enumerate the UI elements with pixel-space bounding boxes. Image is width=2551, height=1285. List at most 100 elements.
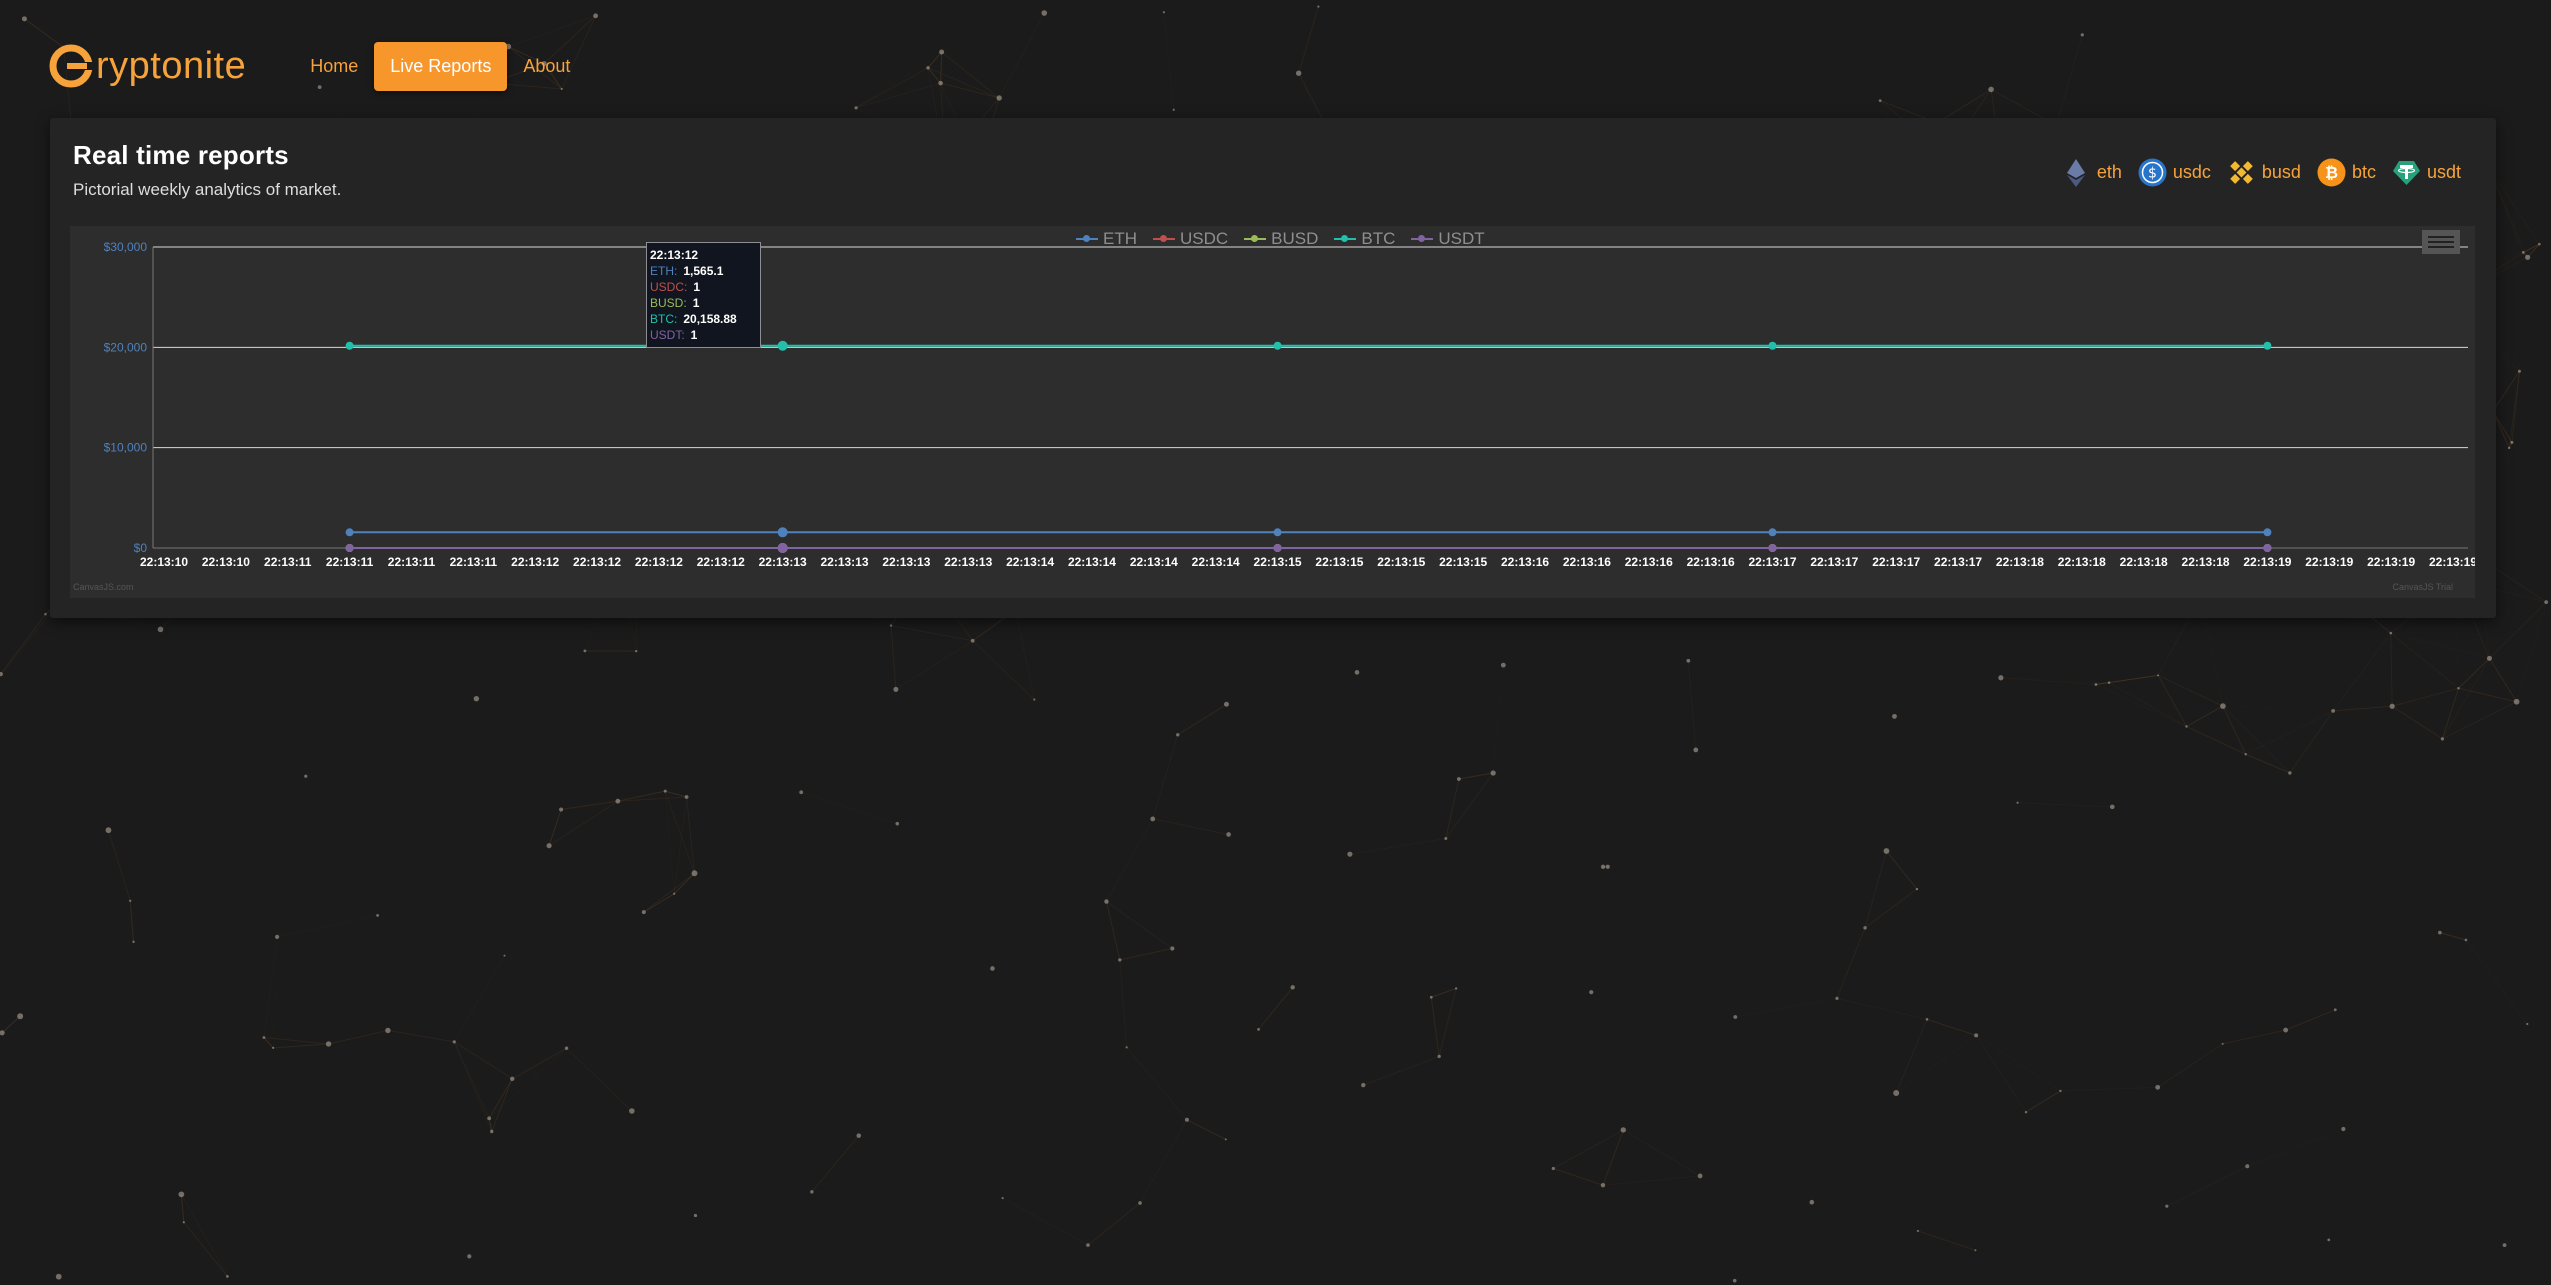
data-point-btc — [2263, 341, 2272, 350]
x-tick-label: 22:13:10 — [140, 555, 188, 569]
page-subtitle: Pictorial weekly analytics of market. — [73, 180, 342, 199]
data-point-btc — [777, 340, 788, 351]
coin-tab-eth[interactable]: eth — [2062, 158, 2122, 187]
x-tick-label: 22:13:13 — [759, 555, 807, 569]
tooltip-value: 1,565.1 — [683, 264, 724, 278]
data-point-eth — [345, 528, 354, 537]
legend-swatch — [1076, 235, 1098, 242]
bitcoin-icon: ₿ — [2317, 158, 2346, 187]
chart-menu-button[interactable] — [2422, 230, 2460, 254]
data-point-btc — [1768, 341, 1777, 350]
tether-icon — [2392, 158, 2421, 187]
tooltip-row-btc: BTC: 20,158.88 — [650, 311, 756, 327]
legend-swatch — [1153, 235, 1175, 242]
x-tick-label: 22:13:13 — [944, 555, 992, 569]
x-tick-label: 22:13:12 — [635, 555, 683, 569]
x-tick-label: 22:13:15 — [1315, 555, 1363, 569]
data-point-eth — [2263, 528, 2272, 537]
binance-icon — [2227, 158, 2256, 187]
tooltip-value: 1 — [693, 280, 701, 294]
tooltip-value: 1 — [692, 296, 700, 310]
brand-logo[interactable]: ryptonite — [48, 42, 246, 90]
tooltip-value: 20,158.88 — [683, 312, 737, 326]
svg-text:₿: ₿ — [2325, 163, 2338, 182]
legend-label: USDC — [1180, 229, 1229, 248]
chart-credit-left[interactable]: CanvasJS.com — [73, 582, 134, 592]
legend-item-usdc[interactable]: USDC — [1153, 229, 1228, 249]
tooltip-label: BUSD: — [650, 296, 687, 310]
x-tick-label: 22:13:18 — [1996, 555, 2044, 569]
coin-label-usdt: usdt — [2426, 162, 2461, 182]
x-tick-label: 22:13:18 — [2058, 555, 2106, 569]
legend-item-btc[interactable]: BTC — [1334, 229, 1395, 249]
x-tick-label: 22:13:15 — [1377, 555, 1425, 569]
nav-live-reports[interactable]: Live Reports — [374, 41, 508, 91]
x-tick-label: 22:13:16 — [1563, 555, 1611, 569]
x-tick-label: 22:13:17 — [1934, 555, 1982, 569]
coin-tab-btc[interactable]: ₿ btc — [2317, 158, 2376, 187]
x-tick-label: 22:13:11 — [326, 555, 374, 569]
coin-label-eth: eth — [2096, 162, 2122, 182]
data-point-btc — [345, 341, 354, 350]
page-title: Real time reports — [73, 140, 289, 170]
tooltip-row-eth: ETH: 1,565.1 — [650, 263, 756, 279]
x-tick-label: 22:13:12 — [573, 555, 621, 569]
data-point-eth — [777, 527, 788, 538]
x-tick-label: 22:13:19 — [2243, 555, 2291, 569]
x-tick-label: 22:13:13 — [882, 555, 930, 569]
x-tick-label: 22:13:11 — [450, 555, 498, 569]
data-point-usdt — [2263, 543, 2272, 552]
legend-item-usdt[interactable]: USDT — [1411, 229, 1485, 249]
coin-label-btc: btc — [2351, 162, 2376, 182]
x-tick-label: 22:13:14 — [1192, 555, 1240, 569]
tooltip-row-usdc: USDC: 1 — [650, 279, 756, 295]
x-tick-label: 22:13:15 — [1254, 555, 1302, 569]
nav-home[interactable]: Home — [294, 42, 374, 91]
x-tick-label: 22:13:16 — [1625, 555, 1673, 569]
chart-tooltip: 22:13:12 ETH: 1,565.1 USDC: 1 BUSD: 1 BTC: 2… — [646, 242, 761, 348]
tooltip-time: 22:13:12 — [650, 248, 699, 262]
x-tick-label: 22:13:17 — [1810, 555, 1858, 569]
data-point-usdt — [345, 543, 354, 552]
coin-tab-busd[interactable]: busd — [2227, 158, 2301, 187]
legend-item-eth[interactable]: ETH — [1076, 229, 1137, 249]
y-tick-label: $0 — [134, 541, 148, 555]
tooltip-row-busd: BUSD: 1 — [650, 295, 756, 311]
legend-item-busd[interactable]: BUSD — [1244, 229, 1318, 249]
live-chart[interactable]: $0 $10,000 $20,000 $30,000 22:13:10 22:13:10 2… — [70, 226, 2475, 598]
data-point-usdt — [777, 542, 788, 553]
svg-text:$: $ — [2148, 166, 2157, 182]
x-tick-label: 22:13:10 — [202, 555, 250, 569]
data-point-btc — [1273, 341, 1282, 350]
brand-name: ryptonite — [96, 44, 247, 87]
legend-label: BTC — [1361, 229, 1396, 248]
usdc-icon: $ — [2138, 158, 2167, 187]
legend-swatch — [1334, 235, 1357, 242]
coin-tab-usdt[interactable]: usdt — [2392, 158, 2461, 187]
chart-credit-right: CanvasJS Trial — [2392, 582, 2453, 592]
data-point-usdt — [1768, 543, 1777, 552]
chart-canvas: $0 $10,000 $20,000 $30,000 22:13:10 22:13:10 2… — [104, 240, 2475, 569]
x-tick-label: 22:13:12 — [697, 555, 745, 569]
coin-tab-usdc[interactable]: $ usdc — [2138, 158, 2211, 187]
tooltip-label: ETH: — [650, 264, 678, 278]
y-tick-label: $20,000 — [104, 340, 148, 354]
data-point-eth — [1273, 528, 1282, 537]
tooltip-label: USDT: — [650, 328, 685, 342]
x-tick-label: 22:13:19 — [2429, 555, 2475, 569]
x-tick-label: 22:13:17 — [1872, 555, 1920, 569]
x-tick-label: 22:13:18 — [2120, 555, 2168, 569]
x-tick-label: 22:13:14 — [1068, 555, 1116, 569]
navbar: ryptonite Home Live Reports About — [48, 38, 586, 94]
x-tick-label: 22:13:15 — [1439, 555, 1487, 569]
x-tick-label: 22:13:16 — [1687, 555, 1735, 569]
tooltip-row-usdt: USDT: 1 — [650, 327, 756, 343]
nav-about[interactable]: About — [507, 42, 586, 91]
legend-label: BUSD — [1271, 229, 1319, 248]
x-tick-label: 22:13:19 — [2305, 555, 2353, 569]
legend-label: USDT — [1438, 229, 1485, 248]
coin-tabs: eth $ usdc busd ₿ btc usdt — [2046, 158, 2461, 187]
data-point-eth — [1768, 528, 1777, 537]
tooltip-label: USDC: — [650, 280, 688, 294]
x-tick-label: 22:13:13 — [820, 555, 868, 569]
